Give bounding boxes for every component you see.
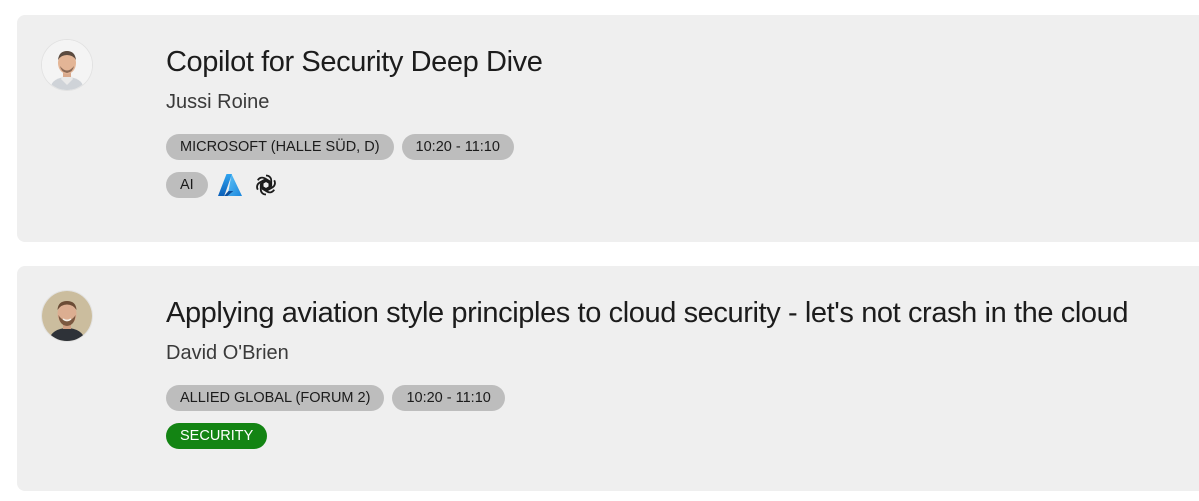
time-tag: 10:20 - 11:10	[392, 385, 505, 411]
topic-tag: SECURITY	[166, 423, 268, 449]
topic-tag: AI	[166, 172, 208, 198]
topic-row: SECURITY	[166, 423, 1199, 449]
topic-row: AI	[166, 172, 1199, 198]
azure-icon	[216, 171, 244, 199]
session-list: Copilot for Security Deep Dive Jussi Roi…	[0, 0, 1199, 501]
room-tag: ALLIED GLOBAL (FORUM 2)	[166, 385, 385, 411]
speaker-name[interactable]: Jussi Roine	[166, 88, 1199, 116]
speaker-avatar	[42, 40, 92, 90]
time-tag: 10:20 - 11:10	[401, 134, 514, 160]
session-title[interactable]: Applying aviation style principles to cl…	[166, 293, 1199, 333]
speaker-avatar	[42, 291, 92, 341]
openai-icon	[252, 171, 280, 199]
speaker-name[interactable]: David O'Brien	[166, 339, 1199, 367]
session-meta-tags: MICROSOFT (HALLE SÜD, D) 10:20 - 11:10	[166, 134, 1199, 160]
session-title[interactable]: Copilot for Security Deep Dive	[166, 42, 1199, 82]
session-card[interactable]: Copilot for Security Deep Dive Jussi Roi…	[17, 15, 1199, 242]
session-card[interactable]: Applying aviation style principles to cl…	[17, 266, 1199, 491]
session-meta-tags: ALLIED GLOBAL (FORUM 2) 10:20 - 11:10	[166, 385, 1199, 411]
room-tag: MICROSOFT (HALLE SÜD, D)	[166, 134, 394, 160]
